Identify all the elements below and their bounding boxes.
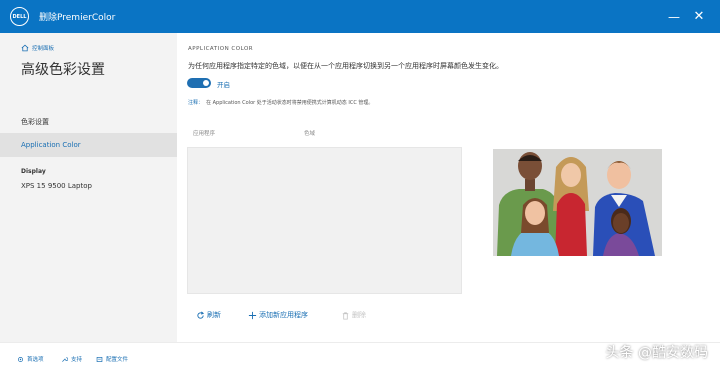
note-key: 注释： bbox=[188, 100, 204, 106]
add-app-label: 添加新应用程序 bbox=[259, 311, 308, 319]
refresh-button[interactable]: 刷新 bbox=[196, 310, 221, 320]
trash-icon bbox=[342, 311, 349, 320]
display-heading: Display bbox=[21, 168, 46, 175]
plus-icon bbox=[248, 311, 257, 319]
home-link-label: 控制面板 bbox=[32, 46, 55, 52]
people-photo bbox=[493, 149, 662, 256]
sidebar-item-label[interactable]: Application Color bbox=[21, 141, 81, 149]
home-icon bbox=[21, 44, 29, 52]
dell-logo: DELL bbox=[10, 7, 29, 26]
title-bar: DELL 删除PremierColor — ✕ bbox=[0, 0, 720, 33]
gear-icon bbox=[18, 356, 23, 362]
refresh-label: 刷新 bbox=[207, 311, 221, 319]
profiles-label: 配置文件 bbox=[106, 357, 129, 363]
refresh-icon bbox=[197, 311, 205, 319]
preview-photo bbox=[493, 149, 662, 256]
sidebar-item-color-settings[interactable]: 色彩设置 bbox=[21, 117, 49, 127]
app-window: DELL 删除PremierColor — ✕ 控制面板 高级色彩设置 色彩设置… bbox=[0, 0, 720, 374]
section-heading: APPLICATION COLOR bbox=[188, 46, 254, 52]
note: 注释：在 Application Color 处于活动状态时将禁用便携式计算机动… bbox=[188, 99, 373, 106]
preferences-label: 首选项 bbox=[27, 357, 44, 363]
sidebar: 控制面板 高级色彩设置 色彩设置 Application Color Displ… bbox=[0, 33, 177, 342]
home-link[interactable]: 控制面板 bbox=[21, 44, 54, 52]
application-color-toggle[interactable] bbox=[187, 78, 211, 88]
preferences-link[interactable]: 首选项 bbox=[17, 355, 44, 363]
application-list[interactable] bbox=[187, 147, 462, 294]
toggle-knob bbox=[203, 80, 209, 86]
close-icon: ✕ bbox=[693, 9, 705, 24]
delete-label: 删除 bbox=[352, 311, 366, 319]
page-title: 高级色彩设置 bbox=[21, 62, 105, 78]
wrench-icon bbox=[62, 356, 68, 362]
section-description: 为任何应用程序指定特定的色域，以便在从一个应用程序切换到另一个应用程序时屏幕颜色… bbox=[188, 62, 503, 70]
display-model: XPS 15 9500 Laptop bbox=[21, 182, 92, 190]
support-label: 支持 bbox=[71, 357, 83, 363]
toggle-label: 开启 bbox=[217, 81, 230, 89]
note-text: 在 Application Color 处于活动状态时将禁用便携式计算机动态 I… bbox=[206, 100, 374, 106]
profile-icon bbox=[96, 356, 103, 362]
profiles-link[interactable]: 配置文件 bbox=[96, 355, 128, 363]
dell-logo-text: DELL bbox=[12, 13, 27, 20]
delete-button[interactable]: 删除 bbox=[341, 310, 366, 320]
close-button[interactable]: ✕ bbox=[684, 0, 714, 33]
column-header-app: 应用程序 bbox=[193, 131, 216, 137]
support-link[interactable]: 支持 bbox=[61, 355, 82, 363]
window-title: 删除PremierColor bbox=[39, 13, 116, 23]
minimize-icon: — bbox=[668, 9, 680, 24]
watermark: 头条 @酷安数码 bbox=[605, 345, 708, 361]
column-header-gamut: 色域 bbox=[304, 131, 316, 137]
add-app-button[interactable]: 添加新应用程序 bbox=[248, 310, 308, 320]
